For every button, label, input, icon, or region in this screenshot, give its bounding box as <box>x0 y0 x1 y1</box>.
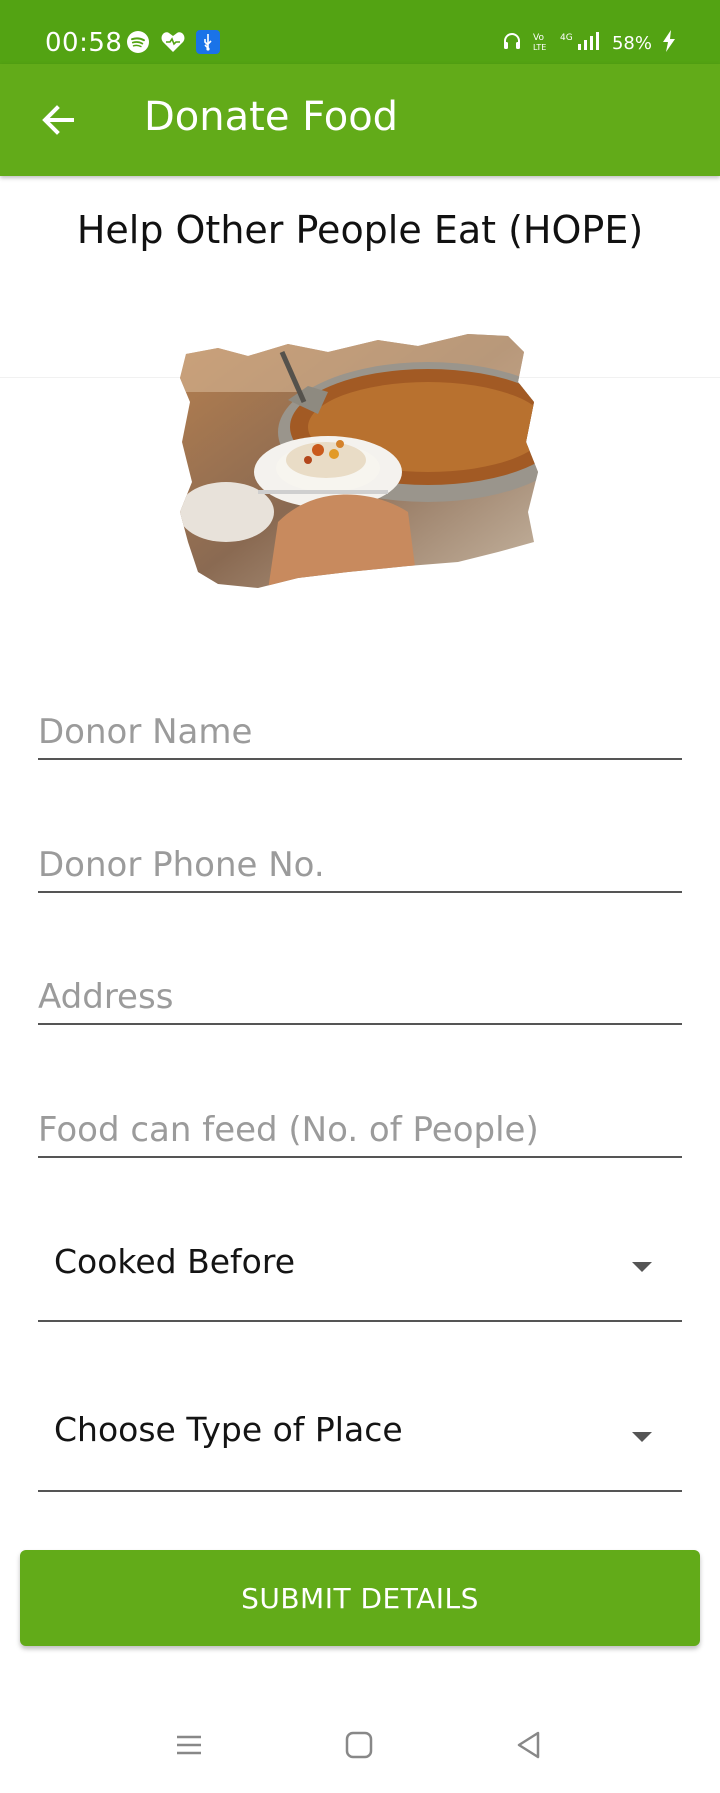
recents-icon[interactable] <box>174 1730 204 1764</box>
charging-icon <box>662 30 676 57</box>
feed-count-field[interactable] <box>38 1076 682 1158</box>
app-bar-title: Donate Food <box>144 94 399 140</box>
volte-icon: Vo LTE <box>532 30 550 57</box>
food-serving-image <box>178 322 542 590</box>
app-bar: Donate Food <box>0 64 720 176</box>
donate-food-screen: 00:58 Vo LTE 4G 58% Donate Food Help Oth… <box>0 0 720 1793</box>
arrow-left-icon <box>42 105 74 135</box>
address-field[interactable] <box>38 943 682 1025</box>
svg-text:LTE: LTE <box>533 43 546 52</box>
page-headline: Help Other People Eat (HOPE) <box>76 208 644 252</box>
place-type-dropdown[interactable]: Choose Type of Place <box>38 1380 682 1492</box>
battery-percent: 58% <box>611 33 652 54</box>
back-button[interactable] <box>36 98 80 142</box>
chevron-down-icon <box>632 1262 652 1272</box>
submit-details-button[interactable]: SUBMIT DETAILS <box>20 1550 700 1646</box>
back-icon[interactable] <box>514 1730 544 1764</box>
spotify-icon <box>126 30 150 58</box>
status-bar: 00:58 Vo LTE 4G 58% <box>0 0 720 64</box>
headphones-icon <box>502 31 522 56</box>
chevron-down-icon <box>632 1432 652 1442</box>
signal-icon: 4G <box>560 30 602 57</box>
home-icon[interactable] <box>344 1730 374 1764</box>
usb-icon <box>196 30 220 58</box>
status-time: 00:58 <box>45 28 123 58</box>
donor-name-input[interactable] <box>38 712 682 752</box>
cooked-before-dropdown[interactable]: Cooked Before <box>38 1210 682 1322</box>
feed-count-input[interactable] <box>38 1110 682 1150</box>
system-nav-bar <box>0 1700 720 1793</box>
address-input[interactable] <box>38 977 682 1017</box>
svg-text:Vo: Vo <box>533 33 544 43</box>
donor-name-field[interactable] <box>38 678 682 760</box>
donor-phone-input[interactable] <box>38 845 682 885</box>
network-type-label: 4G <box>560 33 573 43</box>
heart-icon <box>160 30 186 58</box>
donor-phone-field[interactable] <box>38 811 682 893</box>
place-type-value: Choose Type of Place <box>54 1410 403 1449</box>
cooked-before-value: Cooked Before <box>54 1242 295 1281</box>
